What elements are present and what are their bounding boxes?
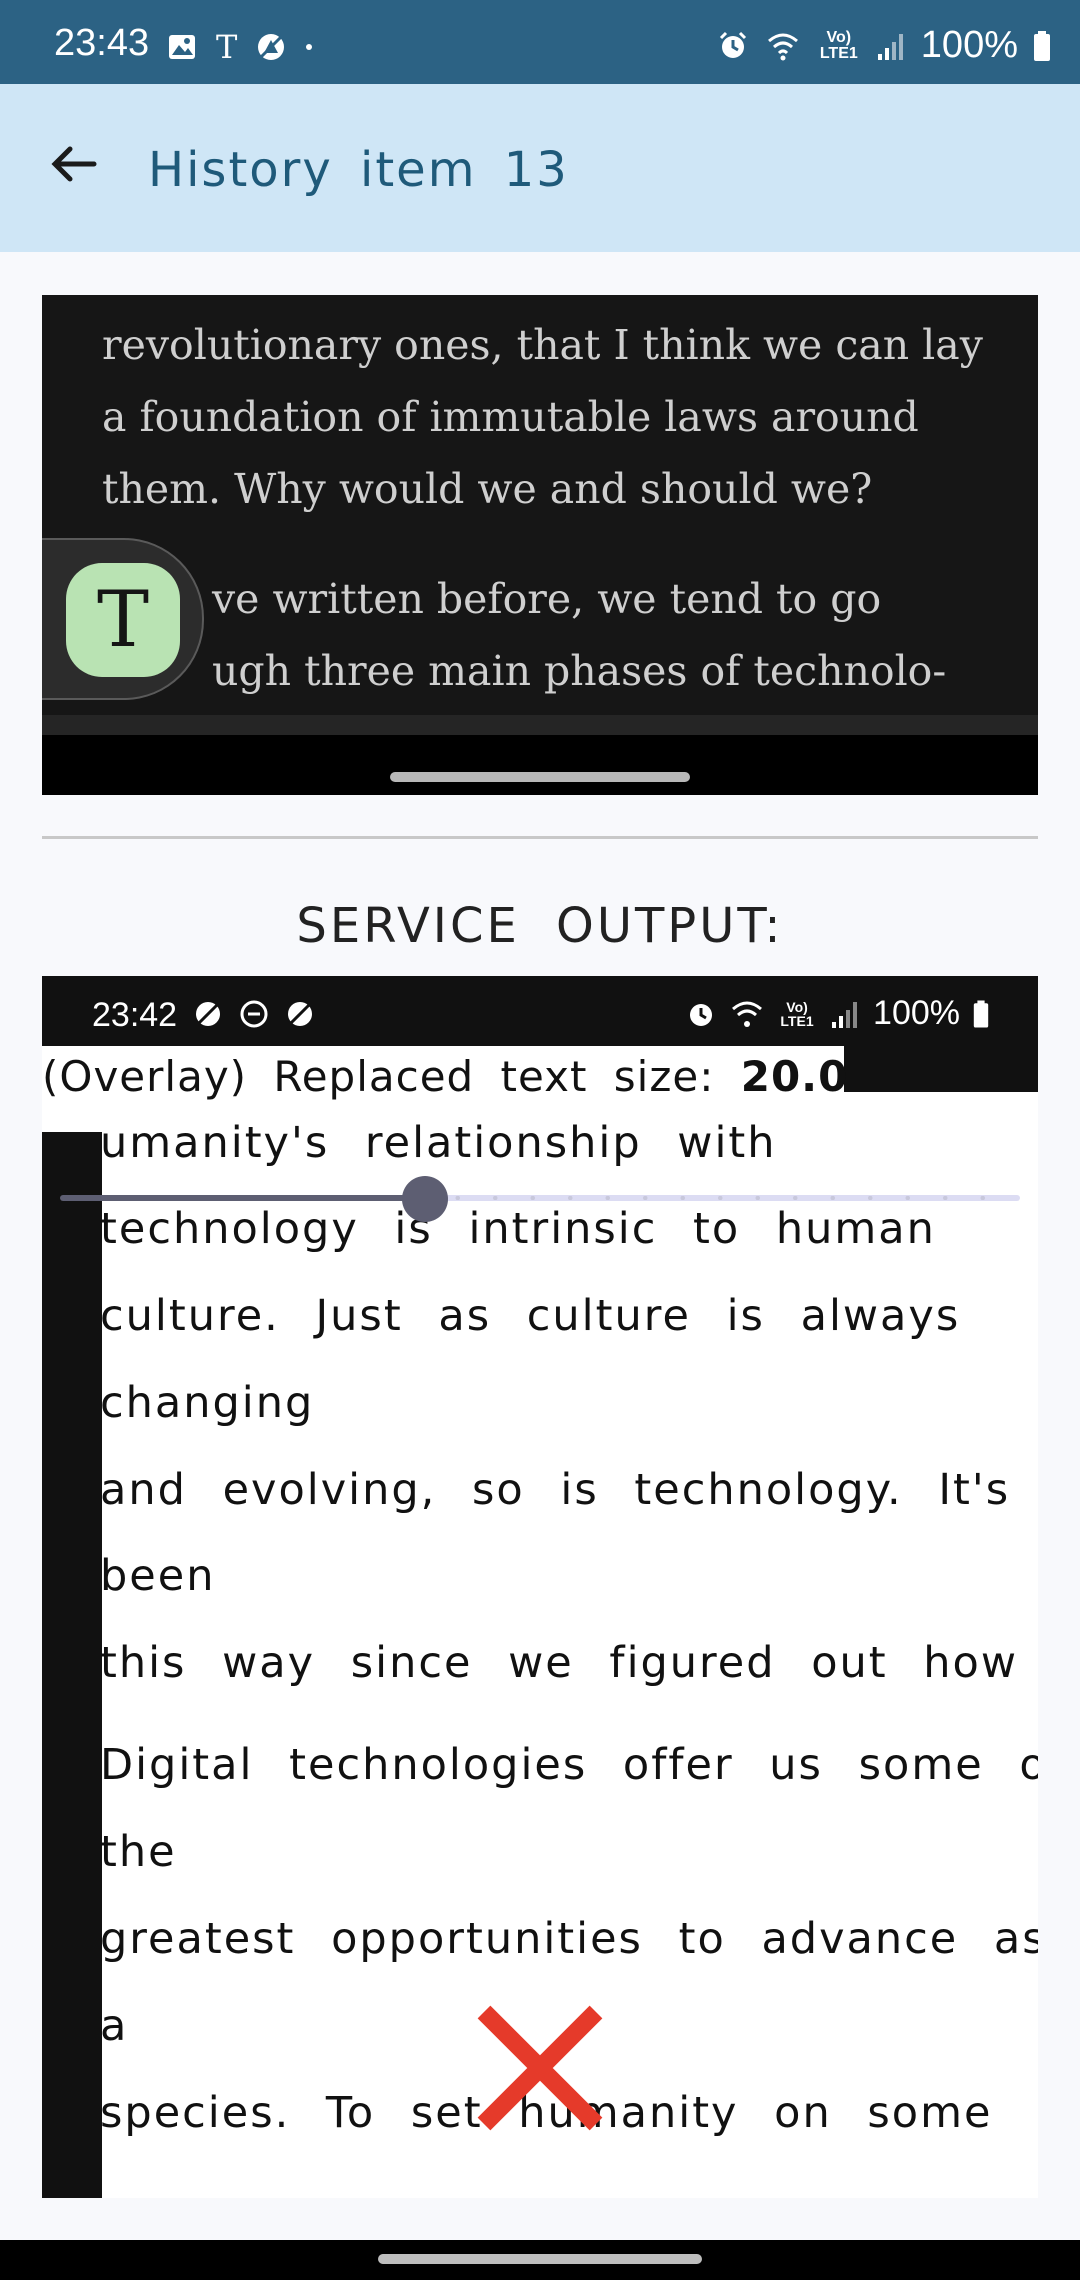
input-nav-strip	[42, 735, 1038, 795]
output-line: the	[100, 1827, 177, 1877]
volte-icon: Vo) LTE1	[819, 28, 858, 62]
section-title: SERVICE OUTPUT:	[296, 898, 784, 954]
image-icon	[169, 35, 195, 59]
battery-icon	[973, 1000, 989, 1027]
alarm-icon	[690, 1003, 713, 1026]
input-line: ugh three main phases of technolo-	[212, 647, 947, 695]
dnd-icon	[240, 1000, 268, 1028]
navigation-bar	[0, 2240, 1080, 2280]
arrow-back-icon[interactable]	[44, 134, 104, 194]
page-title: History item 13	[148, 142, 569, 198]
output-line: this way since we figured out how	[100, 1638, 1019, 1688]
input-divider	[42, 715, 1038, 735]
home-handle	[390, 772, 690, 782]
app-bar: History item 13	[0, 84, 1080, 252]
output-line: Digital technologies offer us some o	[100, 1740, 1038, 1790]
close-x-icon[interactable]	[470, 1998, 610, 2138]
battery-percent: 100%	[920, 24, 1018, 66]
no-sign-icon	[258, 34, 285, 60]
input-line: revolutionary ones, that I think we can …	[102, 321, 983, 369]
signal-icon	[877, 33, 903, 60]
volte-icon: Vo) LTE1	[780, 998, 814, 1029]
home-gesture-pill[interactable]	[378, 2254, 702, 2264]
output-line: and evolving, so is technology. It's	[100, 1465, 1011, 1515]
overlay-backdrop	[844, 1054, 1038, 1092]
status-time: 23:43	[54, 22, 150, 64]
wifi-icon	[767, 33, 798, 60]
t-icon: T	[216, 28, 238, 66]
section-divider	[42, 836, 1038, 839]
output-line: a	[100, 2001, 129, 2051]
slider-track-active	[60, 1195, 425, 1201]
input-line: a foundation of immutable laws around	[102, 393, 919, 441]
input-screenshot: revolutionary ones, that I think we can …	[42, 295, 1038, 795]
output-status-bar: 23:42 Vo) LTE1 100%	[42, 976, 1038, 1054]
input-line: ve written before, we tend to go	[212, 575, 882, 623]
floating-action-button[interactable]: T	[42, 538, 204, 700]
overlay-label-prefix: (Overlay) Replaced text size:	[42, 1052, 741, 1101]
output-line: greatest opportunities to advance as	[100, 1914, 1038, 1964]
output-line: umanity's relationship with	[100, 1118, 777, 1168]
alarm-icon	[719, 31, 746, 58]
output-status-time: 23:42	[92, 996, 178, 1034]
wifi-icon	[732, 1001, 763, 1027]
text-size-slider[interactable]	[60, 1176, 1020, 1222]
slider-thumb[interactable]	[402, 1176, 448, 1222]
no-sign-icon	[196, 1002, 220, 1026]
signal-icon	[832, 1001, 858, 1028]
dot-icon	[306, 44, 313, 50]
output-left-bar	[42, 1132, 102, 2198]
no-sign-icon	[288, 1002, 312, 1026]
input-line: them. Why would we and should we?	[102, 465, 873, 513]
output-line: been	[100, 1551, 216, 1601]
t-fab-icon: T	[66, 563, 180, 677]
output-line: culture. Just as culture is always	[100, 1291, 961, 1341]
overlay-text-size-value: 20.0	[740, 1052, 849, 1101]
battery-icon	[1034, 30, 1050, 61]
battery-percent: 100%	[873, 994, 960, 1032]
overlay-text-size-label: (Overlay) Replaced text size: 20.0	[42, 1046, 847, 1108]
output-line: changing	[100, 1378, 315, 1428]
status-bar: 23:43 T Vo) LTE1 100%	[0, 0, 1080, 84]
